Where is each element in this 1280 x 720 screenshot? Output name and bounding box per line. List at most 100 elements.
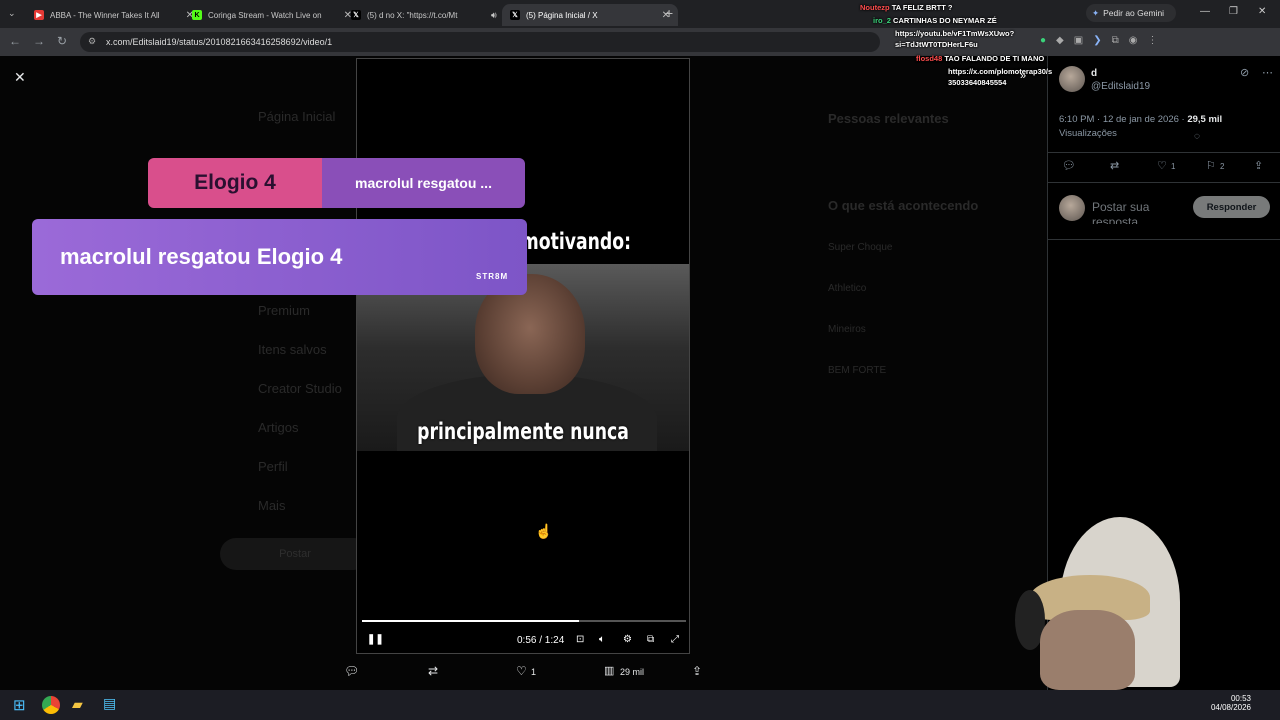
chat-message: TA FELIZ BRTT ?: [891, 3, 953, 12]
reload-icon[interactable]: ↻: [57, 34, 67, 48]
grok-icon[interactable]: ⊘: [1240, 66, 1249, 79]
video-progress-bar[interactable]: [362, 620, 686, 622]
extension-icon[interactable]: ▣: [1074, 35, 1083, 46]
fullscreen-icon[interactable]: ⤢: [671, 634, 679, 645]
chat-user: flosd48: [916, 54, 943, 63]
like-count: 1: [531, 667, 537, 677]
chrome-icon[interactable]: [42, 696, 60, 714]
bg-post-button: Postar: [220, 538, 370, 570]
loading-spinner-icon: ◌: [1194, 131, 1200, 142]
restore-icon[interactable]: ❐: [1229, 6, 1238, 17]
repost-icon[interactable]: ⇄: [1110, 159, 1119, 172]
reply-icon[interactable]: 💬︎: [1062, 159, 1076, 172]
redeem-title: Elogio 4: [148, 158, 322, 208]
bg-sidebar-item: Premium: [258, 303, 311, 318]
avatar[interactable]: [1059, 66, 1085, 92]
bg-sidebar-item: Mais: [258, 498, 286, 513]
clock[interactable]: 00:53 04/08/2026: [1205, 694, 1251, 712]
windows-start-icon[interactable]: ⊞: [13, 696, 26, 714]
file-explorer-icon[interactable]: ▰: [72, 696, 83, 713]
redeem-card-small: Elogio 4 macrolul resgatou ...: [148, 158, 525, 208]
url-input[interactable]: ⚙ x.com/Editslaid19/status/2010821663416…: [80, 32, 880, 52]
gemini-button[interactable]: ✦ Pedir ao Gemini: [1086, 4, 1176, 22]
chat-line: https://x.com/plomoterap30/s: [948, 67, 1052, 76]
reply-icon[interactable]: 💬︎: [344, 664, 359, 678]
chat-message: TAO FALANDO DE TI MANO: [944, 54, 1045, 63]
author-name[interactable]: d: [1091, 68, 1097, 79]
reply-button[interactable]: Responder: [1193, 196, 1270, 218]
tab-abba[interactable]: ▶ ABBA - The Winner Takes It All ✕: [26, 4, 202, 26]
chat-message: 35033640845554: [948, 78, 1007, 87]
back-icon[interactable]: ←: [9, 34, 21, 48]
pip-icon[interactable]: ⧉: [647, 634, 654, 645]
close-viewer-icon[interactable]: ✕: [14, 69, 26, 86]
chat-line: si=TdJtWT0TDHerLF6u: [895, 40, 978, 49]
bg-whats-happening: O que está acontecendo: [828, 198, 979, 213]
share-icon[interactable]: ⇪: [1254, 159, 1263, 172]
profile-icon[interactable]: ◉: [1129, 35, 1138, 46]
gemini-icon: ✦: [1092, 7, 1100, 18]
notepad-icon[interactable]: ▤: [103, 695, 116, 712]
chat-user: Noutezp: [860, 3, 890, 12]
volume-icon[interactable]: 🔈︎: [599, 634, 605, 645]
repost-icon[interactable]: ⇄: [428, 664, 438, 678]
clock-date: 04/08/2026: [1210, 703, 1251, 712]
video-player[interactable]: homem se motivando: principalmente nunca…: [356, 58, 690, 654]
chat-user: iro_2: [873, 16, 891, 25]
forward-icon[interactable]: →: [33, 34, 45, 48]
video-progress-fill: [362, 620, 580, 622]
bg-trend: Athletico: [828, 283, 867, 294]
url-text: x.com/Editslaid19/status/201082166341625…: [106, 37, 333, 47]
tab-home[interactable]: 𝕏 (5) Página Inicial / X ✕: [502, 4, 678, 26]
post-timestamp: 6:10 PM · 12 de jan de 2026 · 29,5 mil: [1059, 114, 1222, 125]
settings-icon[interactable]: ⚙: [623, 634, 632, 645]
bg-trend: Mineiros: [828, 324, 866, 335]
stream-badge: STR8M: [476, 272, 509, 281]
speaker-icon[interactable]: 🔊︎: [491, 10, 497, 21]
chat-line: flosd48 TAO FALANDO DE TI MANO: [916, 54, 1044, 63]
author-handle[interactable]: @Editslaid19: [1091, 81, 1150, 92]
bg-trend: Super Choque: [828, 242, 893, 253]
puzzle-icon[interactable]: ⧉: [1112, 35, 1119, 46]
minimize-icon[interactable]: —: [1200, 6, 1210, 17]
extension-icon[interactable]: ●: [1040, 35, 1046, 46]
new-tab-icon[interactable]: +: [665, 5, 673, 21]
tab-post[interactable]: 𝕏 (5) d no X: "https://t.co/Mt 🔊︎ ✕: [343, 4, 519, 26]
tab-search-chevron-icon[interactable]: ⌄: [8, 8, 16, 19]
bg-trend: BEM FORTE: [828, 365, 887, 376]
video-time: 0:56 / 1:24: [517, 635, 565, 646]
bookmark-count: 2: [1220, 162, 1225, 171]
site-info-icon[interactable]: ⚙: [88, 36, 96, 47]
youtube-icon: ▶: [34, 10, 44, 20]
chevrons-right-icon[interactable]: »: [1020, 70, 1026, 82]
pause-icon[interactable]: ❚❚: [367, 634, 384, 645]
extension-icon[interactable]: ❯: [1093, 35, 1101, 46]
bg-sidebar-item: Perfil: [258, 459, 288, 474]
views-icon[interactable]: ▥: [604, 664, 614, 677]
tab-title: ABBA - The Winner Takes It All: [50, 10, 160, 20]
captions-icon[interactable]: ⊡: [576, 634, 584, 645]
share-icon[interactable]: ⇪: [692, 664, 702, 678]
close-window-icon[interactable]: ✕: [1258, 6, 1266, 17]
bg-sidebar-item: Itens salvos: [258, 342, 327, 357]
reply-input[interactable]: Postar sua resposta: [1092, 200, 1188, 224]
tab-title: (5) d no X: "https://t.co/Mt: [367, 10, 458, 20]
menu-dots-icon[interactable]: ⋮: [1147, 35, 1157, 46]
tab-coringa[interactable]: K Coringa Stream - Watch Live on ✕: [184, 4, 360, 26]
bg-relevant-people: Pessoas relevantes: [828, 111, 949, 126]
gemini-label: Pedir ao Gemini: [1103, 8, 1165, 18]
views-label: Visualizações: [1059, 128, 1117, 139]
like-icon[interactable]: ♡: [516, 664, 527, 678]
address-toolbar: ← → ↻ ⚙ x.com/Editslaid19/status/2010821…: [0, 28, 1280, 56]
extension-icon[interactable]: ◆: [1056, 35, 1064, 46]
chat-line: Noutezp TA FELIZ BRTT ?: [860, 3, 953, 12]
bookmark-icon[interactable]: ⚐: [1206, 159, 1216, 172]
redeem-message: macrolul resgatou Elogio 4: [60, 244, 343, 269]
browser-tab-bar: ⌄ ▶ ABBA - The Winner Takes It All ✕ K C…: [0, 0, 1280, 28]
like-icon[interactable]: ♡: [1157, 159, 1167, 172]
bg-sidebar-item: Página Inicial: [258, 109, 336, 124]
more-options-icon[interactable]: ⋯: [1262, 66, 1273, 79]
divider: [1048, 182, 1280, 183]
tab-title: (5) Página Inicial / X: [526, 10, 598, 20]
chat-line: iro_2 CARTINHAS DO NEYMAR ZÉ: [873, 16, 997, 25]
